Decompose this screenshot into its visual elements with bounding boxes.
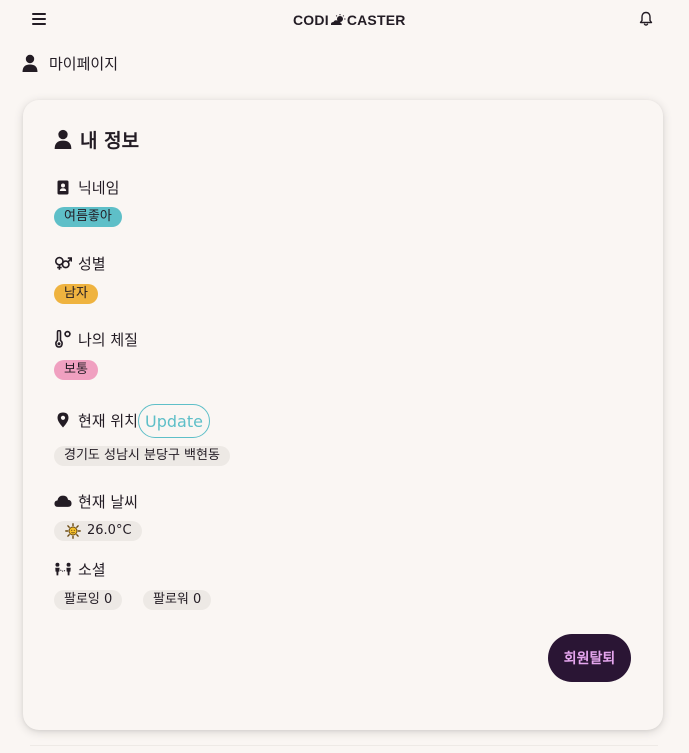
breadcrumb-label: 마이페이지 xyxy=(49,54,119,73)
gender-icon xyxy=(54,255,72,271)
cloud-sun-logo-icon xyxy=(330,14,346,25)
logo-text-right: CASTER xyxy=(346,12,406,28)
location-label: 현재 위치 xyxy=(54,409,138,431)
weather-value-chip: 26.0°C xyxy=(54,521,142,541)
breadcrumb: 마이페이지 xyxy=(22,52,118,74)
location-label-text: 현재 위치 xyxy=(78,411,138,430)
card-title: 내 정보 xyxy=(54,127,140,152)
user-icon xyxy=(54,129,72,149)
logo-text-left: CODI xyxy=(293,12,329,28)
sun-icon xyxy=(65,523,81,539)
card-title-text: 내 정보 xyxy=(80,129,140,152)
following-count[interactable]: 팔로잉 0 xyxy=(54,590,123,610)
hamburger-menu-icon[interactable] xyxy=(32,13,46,25)
bell-icon[interactable] xyxy=(639,11,653,31)
next-card-edge xyxy=(30,745,658,753)
weather-value: 26.0°C xyxy=(87,523,132,538)
social-label: 소셜 xyxy=(54,558,106,580)
nickname-label: 닉네임 xyxy=(54,176,119,198)
nickname-value: 여름좋아 xyxy=(54,207,122,227)
location-value: 경기도 성남시 분당구 백현동 xyxy=(54,446,230,466)
update-location-button[interactable]: Update xyxy=(138,404,210,438)
nickname-label-text: 닉네임 xyxy=(78,178,120,197)
top-bar: CODI CASTER xyxy=(0,0,689,40)
cloud-icon xyxy=(54,494,72,508)
contact-card-icon xyxy=(54,180,72,195)
gender-label: 성별 xyxy=(54,252,106,274)
constitution-value: 보통 xyxy=(54,360,98,380)
thermometer-icon xyxy=(54,330,72,348)
withdraw-membership-button[interactable]: 회원탈퇴 xyxy=(548,634,631,682)
constitution-label-text: 나의 체질 xyxy=(78,330,138,349)
weather-label: 현재 날씨 xyxy=(54,490,138,512)
people-icon xyxy=(54,561,72,577)
map-pin-icon xyxy=(54,412,72,428)
user-icon xyxy=(22,54,38,72)
gender-value: 남자 xyxy=(54,284,98,304)
weather-label-text: 현재 날씨 xyxy=(78,492,138,511)
constitution-label: 나의 체질 xyxy=(54,328,138,350)
app-logo[interactable]: CODI CASTER xyxy=(293,10,406,30)
social-label-text: 소셜 xyxy=(78,560,106,579)
gender-label-text: 성별 xyxy=(78,254,106,273)
my-info-card: 내 정보 닉네임 여름좋아 성별 남자 나의 체질 보통 현재 위치 Updat… xyxy=(23,100,663,730)
followers-count[interactable]: 팔로워 0 xyxy=(143,590,212,610)
